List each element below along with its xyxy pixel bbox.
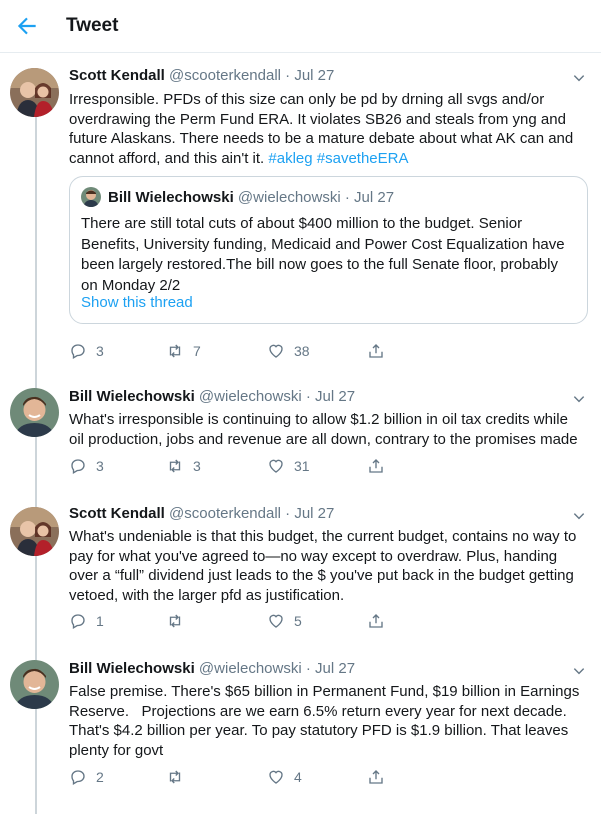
avatar[interactable] [10, 507, 59, 556]
like-count: 38 [294, 343, 310, 359]
share-button[interactable] [367, 340, 385, 362]
quoted-tweet[interactable]: Bill Wielechowski @wielechowski · Jul 27… [69, 176, 588, 324]
share-icon [369, 770, 383, 784]
like-icon [269, 614, 283, 628]
share-icon [369, 344, 383, 358]
reply-count: 2 [96, 769, 104, 785]
reply-count: 3 [96, 343, 104, 359]
retweet-icon [169, 770, 181, 784]
like-icon [269, 770, 283, 784]
tweet-date[interactable]: Jul 27 [294, 505, 334, 522]
separator-dot: · [344, 189, 350, 206]
like-button[interactable]: 38 [267, 340, 310, 362]
share-icon [369, 614, 383, 628]
tweet-text: What's undeniable is that this budget, t… [69, 528, 577, 604]
page-title: Tweet [66, 15, 119, 36]
reply-icon [71, 770, 85, 785]
avatar[interactable] [10, 388, 59, 437]
retweet-button[interactable]: 7 [166, 340, 201, 362]
separator-dot: · [285, 505, 291, 522]
tweet-date[interactable]: Jul 27 [294, 67, 334, 84]
author-name[interactable]: Bill Wielechowski [69, 660, 195, 677]
tweet-text: False premise. There's $65 billion in Pe… [69, 683, 580, 759]
show-thread-link[interactable]: Show this thread [81, 294, 193, 311]
share-button[interactable] [367, 455, 385, 477]
quoted-author-name: Bill Wielechowski [108, 189, 234, 206]
author-handle[interactable]: @wielechowski [199, 660, 302, 677]
reply-button[interactable]: 3 [69, 455, 104, 477]
tweet-header: Scott Kendall @scooterkendall · Jul 27 [69, 505, 334, 522]
chevron-down-icon[interactable] [572, 71, 586, 85]
retweet-count: 7 [193, 343, 201, 359]
reply-button[interactable]: 2 [69, 766, 104, 788]
like-count: 31 [294, 458, 310, 474]
avatar[interactable] [10, 660, 59, 709]
like-count: 4 [294, 769, 302, 785]
tweet-actions: 3 7 38 [69, 340, 589, 362]
like-icon [269, 459, 283, 473]
chevron-down-icon[interactable] [572, 509, 586, 523]
reply-button[interactable]: 3 [69, 340, 104, 362]
quoted-avatar [81, 187, 101, 207]
reply-icon [71, 344, 85, 359]
hashtag-link[interactable]: #akleg [268, 150, 312, 167]
back-arrow-icon[interactable] [14, 13, 40, 39]
tweet-header: Scott Kendall @scooterkendall · Jul 27 [69, 67, 334, 84]
reply-count: 1 [96, 613, 104, 629]
share-button[interactable] [367, 610, 385, 632]
separator-dot: · [285, 67, 291, 84]
tweet-date[interactable]: Jul 27 [315, 388, 355, 405]
share-button[interactable] [367, 766, 385, 788]
quoted-date: Jul 27 [354, 189, 395, 206]
tweet-actions: 2 4 [69, 766, 589, 788]
tweet-header: Bill Wielechowski @wielechowski · Jul 27 [69, 388, 355, 405]
separator-dot: · [305, 388, 311, 405]
author-handle[interactable]: @scooterkendall [169, 505, 281, 522]
retweet-icon [169, 344, 181, 358]
hashtag-link[interactable]: #savetheERA [317, 150, 409, 167]
like-count: 5 [294, 613, 302, 629]
reply-icon [71, 459, 85, 474]
quoted-text: There are still total cuts of about $400… [81, 215, 565, 294]
author-handle[interactable]: @wielechowski [199, 388, 302, 405]
like-button[interactable]: 4 [267, 766, 302, 788]
like-icon [269, 344, 283, 358]
chevron-down-icon[interactable] [572, 392, 586, 406]
page-header: Tweet [0, 0, 601, 53]
reply-count: 3 [96, 458, 104, 474]
tweet-header: Bill Wielechowski @wielechowski · Jul 27 [69, 660, 355, 677]
separator-dot: · [305, 660, 311, 677]
tweet-actions: 3 3 31 [69, 455, 589, 477]
chevron-down-icon[interactable] [572, 664, 586, 678]
tweet-text: Irresponsible. PFDs of this size can onl… [69, 91, 574, 167]
share-icon [369, 459, 383, 473]
author-name[interactable]: Scott Kendall [69, 505, 165, 522]
tweet-text: What's irresponsible is continuing to al… [69, 411, 578, 448]
author-handle[interactable]: @scooterkendall [169, 67, 281, 84]
thread-connector [35, 117, 37, 814]
author-name[interactable]: Bill Wielechowski [69, 388, 195, 405]
retweet-icon [169, 459, 181, 473]
quoted-header: Bill Wielechowski @wielechowski · Jul 27 [108, 189, 394, 206]
retweet-button[interactable] [166, 766, 193, 788]
tweet-actions: 1 5 [69, 610, 589, 632]
retweet-icon [169, 614, 181, 628]
reply-button[interactable]: 1 [69, 610, 104, 632]
retweet-button[interactable]: 3 [166, 455, 201, 477]
retweet-button[interactable] [166, 610, 193, 632]
tweet-date[interactable]: Jul 27 [315, 660, 355, 677]
avatar[interactable] [10, 68, 59, 117]
reply-icon [71, 614, 85, 629]
like-button[interactable]: 31 [267, 455, 310, 477]
quoted-author-handle: @wielechowski [237, 189, 341, 206]
retweet-count: 3 [193, 458, 201, 474]
like-button[interactable]: 5 [267, 610, 302, 632]
author-name[interactable]: Scott Kendall [69, 67, 165, 84]
